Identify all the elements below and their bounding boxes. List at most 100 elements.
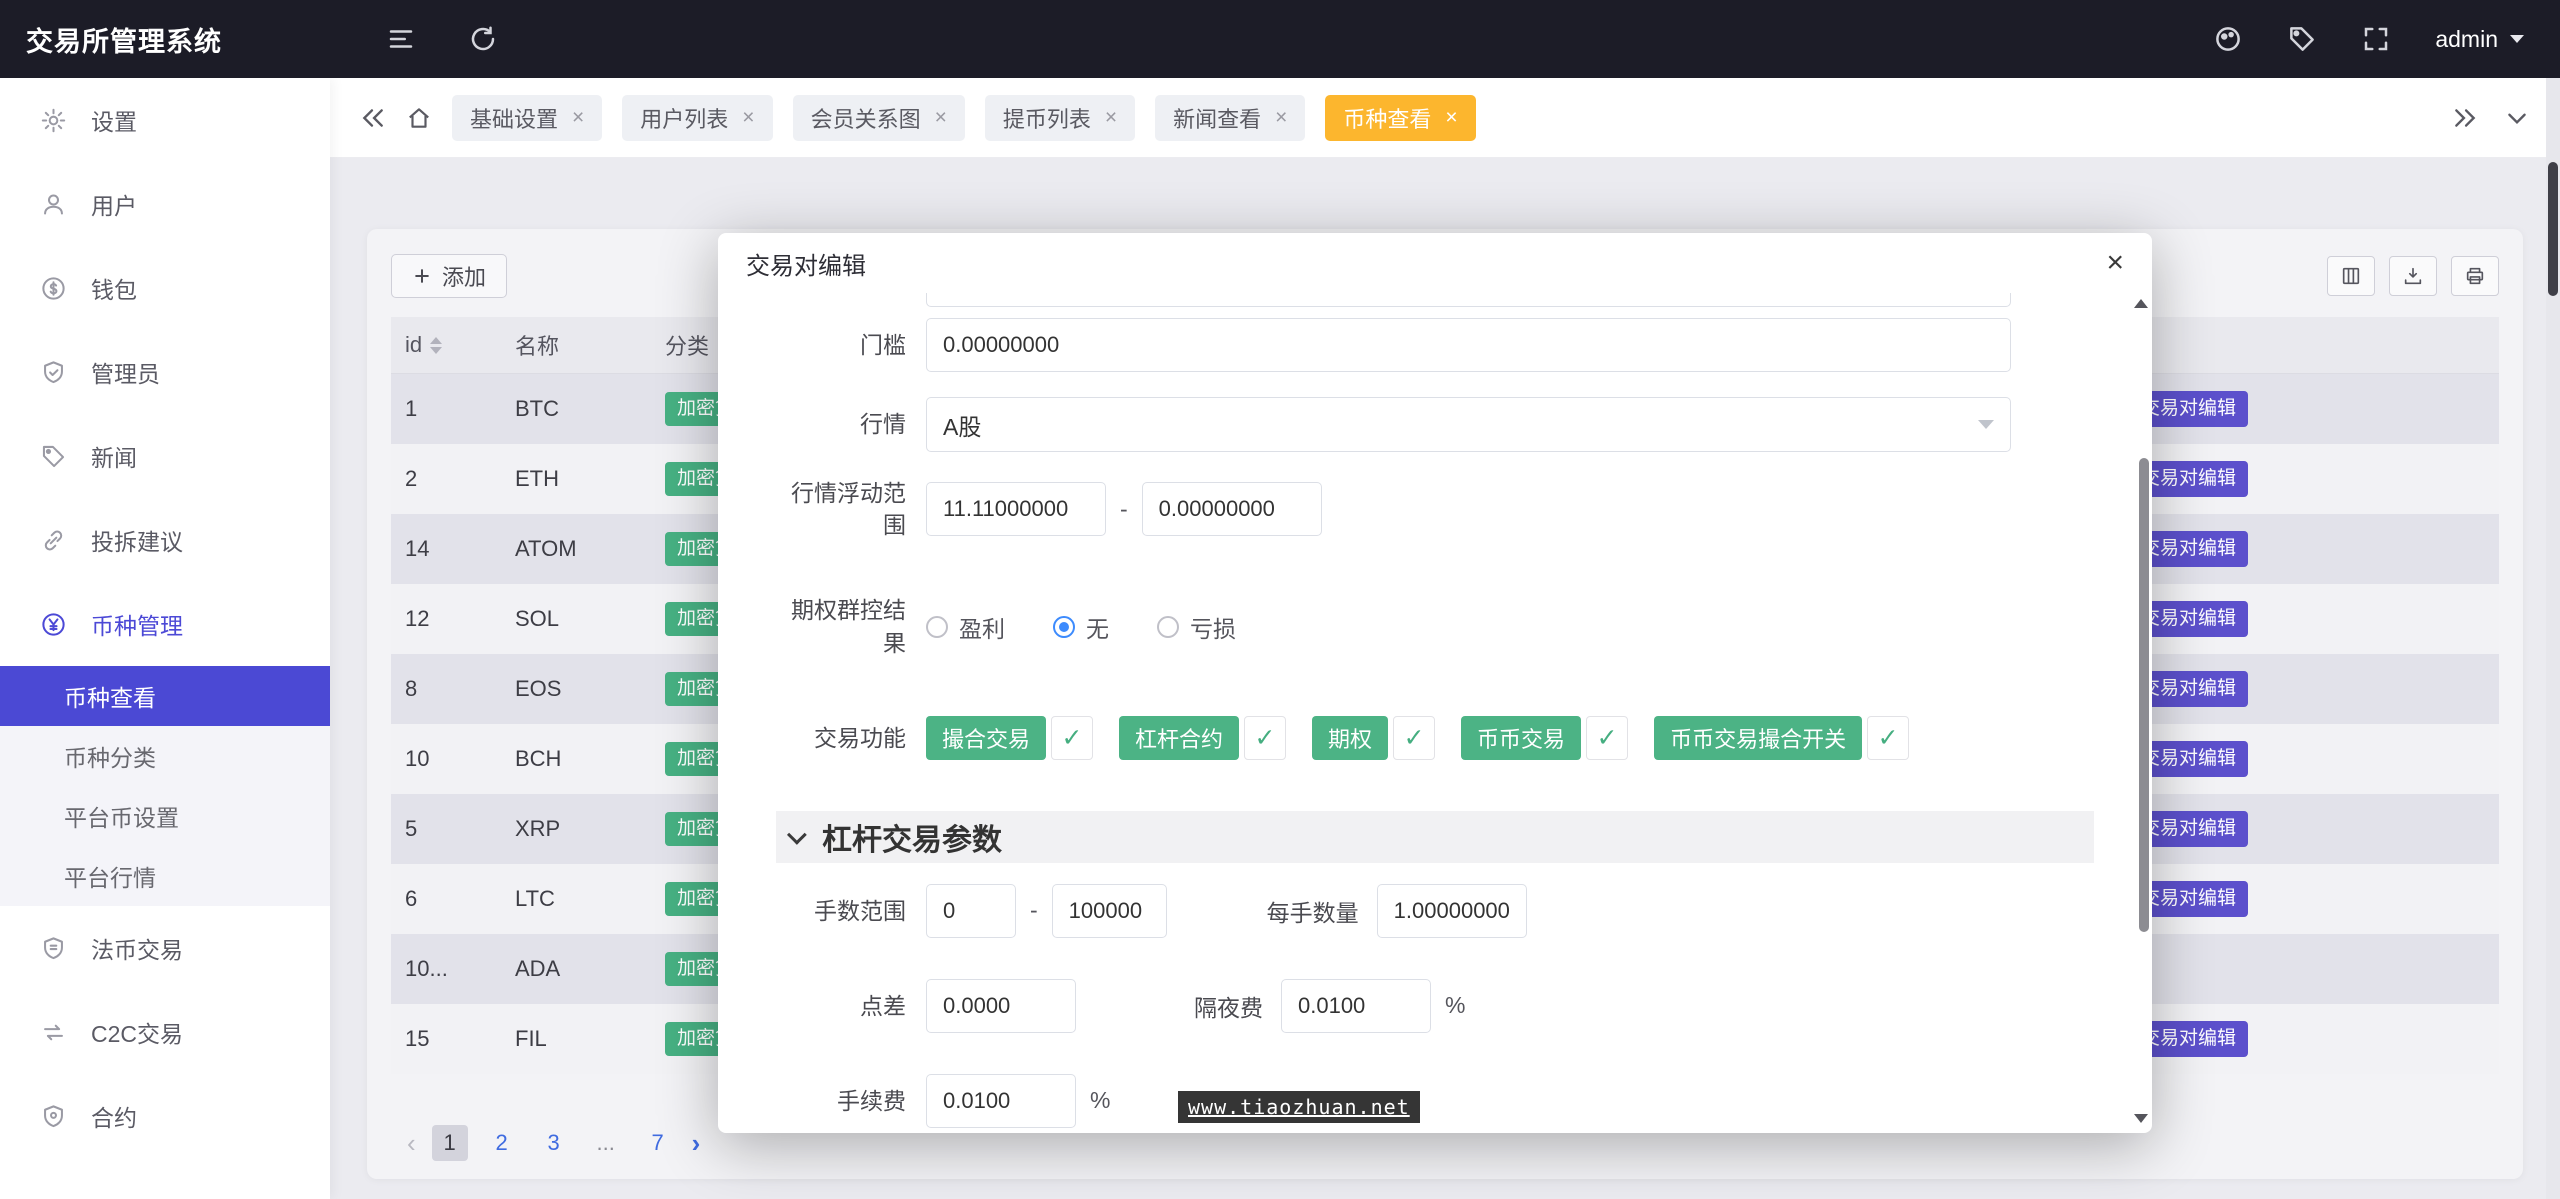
tab-news-view[interactable]: 新闻查看 × xyxy=(1155,95,1305,141)
sidebar-item-label: C2C交易 xyxy=(91,1015,183,1049)
sort-icon[interactable] xyxy=(430,337,442,354)
tabbar-right xyxy=(2452,105,2530,131)
submenu-item-coin-view[interactable]: 币种查看 xyxy=(0,666,330,726)
tabs-scroll-left-icon[interactable] xyxy=(360,105,386,131)
leverage-section-header[interactable]: 杠杆交易参数 xyxy=(776,811,2094,863)
sidebar-item-coins[interactable]: 币种管理 xyxy=(0,582,330,666)
sidebar-item-admins[interactable]: 管理员 xyxy=(0,330,330,414)
function-button[interactable]: 杠杆合约 xyxy=(1119,716,1239,760)
home-icon[interactable] xyxy=(406,105,432,131)
submenu-item-platform-coin[interactable]: 平台币设置 xyxy=(0,786,330,846)
sidebar-item-label: 新闻 xyxy=(91,439,137,473)
add-button[interactable]: 添加 xyxy=(391,254,507,298)
sidebar-item-fiat[interactable]: 法币交易 xyxy=(0,906,330,990)
radio-loss[interactable]: 亏损 xyxy=(1157,610,1236,644)
check-icon[interactable]: ✓ xyxy=(1393,716,1435,760)
cell-id: 10... xyxy=(405,956,515,982)
page-scrollbar-thumb[interactable] xyxy=(2548,162,2558,296)
tab-member-graph[interactable]: 会员关系图 × xyxy=(793,95,965,141)
modal-scrollbar-thumb[interactable] xyxy=(2139,458,2149,932)
sidebar-item-users[interactable]: 用户 xyxy=(0,162,330,246)
check-icon[interactable]: ✓ xyxy=(1867,716,1909,760)
overnight-input[interactable] xyxy=(1281,979,1431,1033)
form-row-functions: 交易功能 撮合交易 ✓ 杠杆合约 ✓ 期权 ✓ 币币交易 xyxy=(776,716,2094,760)
float-max-input[interactable] xyxy=(1142,482,1322,536)
page-3[interactable]: 3 xyxy=(536,1125,572,1161)
page-scrollbar-track[interactable] xyxy=(2546,78,2560,1199)
per-lot-label: 每手数量 xyxy=(1267,894,1359,928)
submenu-item-label: 币种查看 xyxy=(64,679,156,713)
check-icon[interactable]: ✓ xyxy=(1586,716,1628,760)
modal-header: 交易对编辑 × xyxy=(718,233,2152,293)
user-menu[interactable]: admin xyxy=(2435,26,2524,53)
function-button[interactable]: 币币交易 xyxy=(1461,716,1581,760)
lots-max-input[interactable] xyxy=(1052,884,1167,938)
columns-icon[interactable] xyxy=(2327,256,2375,296)
submenu-item-coin-category[interactable]: 币种分类 xyxy=(0,726,330,786)
tab-user-list[interactable]: 用户列表 × xyxy=(622,95,772,141)
page-2[interactable]: 2 xyxy=(484,1125,520,1161)
page-7[interactable]: 7 xyxy=(640,1125,676,1161)
news-icon xyxy=(40,443,67,470)
column-header-id[interactable]: id xyxy=(405,332,515,358)
check-icon[interactable]: ✓ xyxy=(1051,716,1093,760)
app-root: 交易所管理系统 admin 设置 xyxy=(0,0,2560,1199)
tab-withdraw-list[interactable]: 提币列表 × xyxy=(985,95,1135,141)
page-next-icon[interactable]: › xyxy=(692,1128,701,1159)
tab-close-icon[interactable]: × xyxy=(1445,107,1457,128)
page-1[interactable]: 1 xyxy=(432,1125,468,1161)
tag-icon[interactable] xyxy=(2287,24,2317,54)
fullscreen-icon[interactable] xyxy=(2361,24,2391,54)
badge-icon xyxy=(40,359,67,386)
spread-label: 点差 xyxy=(776,990,906,1022)
scroll-down-icon[interactable] xyxy=(2134,1114,2148,1123)
sidebar-item-contracts[interactable]: 合约 xyxy=(0,1074,330,1158)
lots-min-input[interactable] xyxy=(926,884,1016,938)
fee-input[interactable] xyxy=(926,1074,1076,1128)
tab-close-icon[interactable]: × xyxy=(1105,107,1117,128)
submenu-item-label: 币种分类 xyxy=(64,739,156,773)
sidebar-item-news[interactable]: 新闻 xyxy=(0,414,330,498)
cell-name: FIL xyxy=(515,1026,665,1052)
theme-icon[interactable] xyxy=(2213,24,2243,54)
submenu-item-label: 平台币设置 xyxy=(64,799,179,833)
tabs-scroll-right-icon[interactable] xyxy=(2452,105,2478,131)
tabs-menu-icon[interactable] xyxy=(2504,105,2530,131)
user-name: admin xyxy=(2435,26,2498,53)
function-button[interactable]: 币币交易撮合开关 xyxy=(1654,716,1862,760)
watermark: www.tiaozhuan.net xyxy=(1178,1091,1420,1123)
cell-name: ETH xyxy=(515,466,665,492)
tab-close-icon[interactable]: × xyxy=(742,107,754,128)
close-icon[interactable]: × xyxy=(2106,248,2124,278)
tab-close-icon[interactable]: × xyxy=(572,107,584,128)
sidebar-item-label: 合约 xyxy=(91,1099,137,1133)
sidebar-item-c2c[interactable]: C2C交易 xyxy=(0,990,330,1074)
radio-profit[interactable]: 盈利 xyxy=(926,610,1005,644)
sidebar-item-wallet[interactable]: 钱包 xyxy=(0,246,330,330)
function-button[interactable]: 撮合交易 xyxy=(926,716,1046,760)
submenu-item-platform-market[interactable]: 平台行情 xyxy=(0,846,330,906)
tab-basic-settings[interactable]: 基础设置 × xyxy=(452,95,602,141)
cell-id: 12 xyxy=(405,606,515,632)
cell-id: 5 xyxy=(405,816,515,842)
tab-close-icon[interactable]: × xyxy=(935,107,947,128)
refresh-icon[interactable] xyxy=(468,24,498,54)
tab-coin-view[interactable]: 币种查看 × xyxy=(1325,95,1475,141)
tab-close-icon[interactable]: × xyxy=(1275,107,1287,128)
check-icon[interactable]: ✓ xyxy=(1244,716,1286,760)
per-lot-input[interactable] xyxy=(1377,884,1527,938)
market-select[interactable]: A股 xyxy=(926,397,2011,452)
scroll-up-icon[interactable] xyxy=(2134,299,2148,308)
collapse-sidebar-icon[interactable] xyxy=(386,24,416,54)
function-button[interactable]: 期权 xyxy=(1312,716,1388,760)
export-icon[interactable] xyxy=(2389,256,2437,296)
clipped-input[interactable] xyxy=(926,293,2011,307)
threshold-input[interactable] xyxy=(926,318,2011,372)
page-prev-icon[interactable]: ‹ xyxy=(407,1128,416,1159)
sidebar-item-settings[interactable]: 设置 xyxy=(0,78,330,162)
float-min-input[interactable] xyxy=(926,482,1106,536)
print-icon[interactable] xyxy=(2451,256,2499,296)
radio-none[interactable]: 无 xyxy=(1053,610,1109,644)
sidebar-item-suggestions[interactable]: 投拆建议 xyxy=(0,498,330,582)
spread-input[interactable] xyxy=(926,979,1076,1033)
